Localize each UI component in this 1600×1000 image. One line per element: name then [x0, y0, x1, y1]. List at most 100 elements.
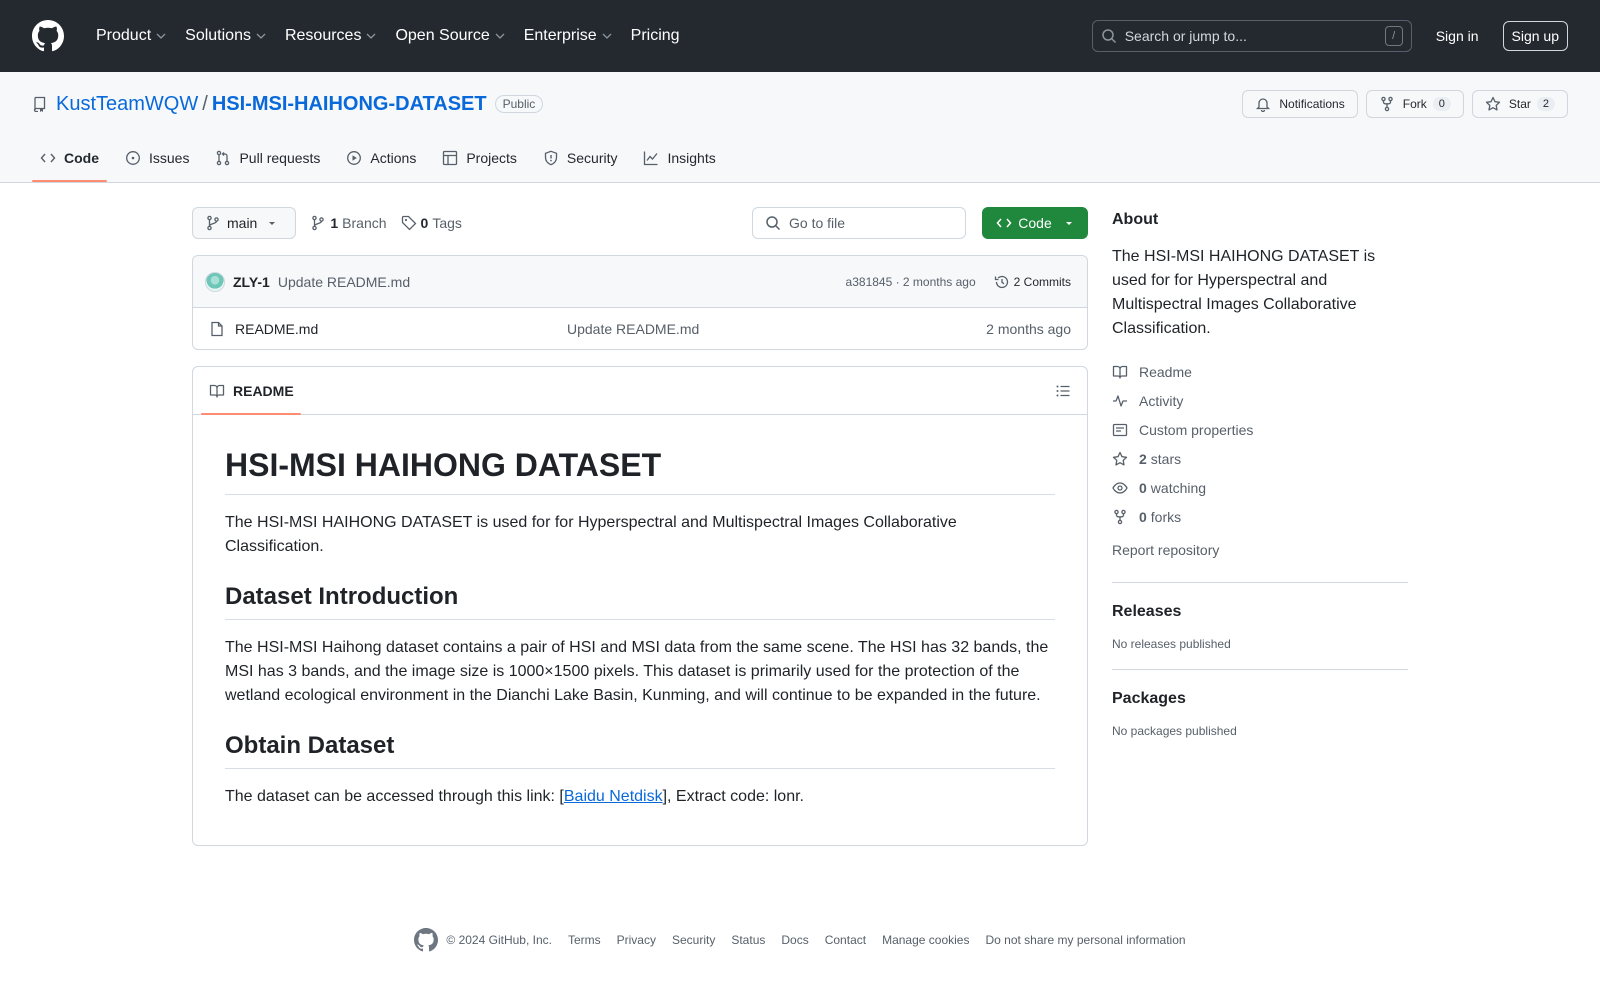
tab-label: Insights: [667, 150, 716, 166]
slash-shortcut-badge: /: [1384, 26, 1403, 46]
footer-privacy-link[interactable]: Privacy: [617, 933, 656, 947]
table-row: README.md Update README.md 2 months ago: [193, 308, 1087, 349]
chevron-down-icon: [156, 33, 166, 39]
file-navigation: main 1 Branch 0 Tags Go to file Code: [192, 207, 1088, 239]
footer-contact-link[interactable]: Contact: [825, 933, 866, 947]
commits-count-label: 2 Commits: [1013, 274, 1071, 289]
star-count: 2: [1536, 97, 1555, 111]
packages-empty: No packages published: [1112, 724, 1237, 738]
nav-enterprise[interactable]: Enterprise: [516, 20, 621, 52]
tab-pull-requests[interactable]: Pull requests: [207, 134, 328, 182]
sidebar-custom-properties-link[interactable]: Custom properties: [1112, 415, 1408, 444]
footer-do-not-share-link[interactable]: Do not share my personal information: [985, 933, 1185, 947]
sidebar-divider: [1112, 582, 1408, 583]
note-icon: [1112, 423, 1128, 436]
repo-main: main 1 Branch 0 Tags Go to file Code ZLY…: [0, 183, 1600, 846]
obtain-suffix: ], Extract code: lonr.: [662, 788, 804, 805]
nav-open-source[interactable]: Open Source: [387, 20, 513, 52]
notifications-button[interactable]: Notifications: [1242, 90, 1358, 118]
book-icon: [1112, 365, 1128, 379]
fork-button[interactable]: Fork 0: [1365, 90, 1464, 118]
nav-solutions[interactable]: Solutions: [177, 20, 275, 52]
code-icon: [40, 153, 56, 163]
repo-owner-link[interactable]: KustTeamWQW: [56, 93, 198, 116]
file-age: 2 months ago: [986, 320, 1071, 337]
file-commit-link[interactable]: Update README.md: [567, 321, 699, 337]
sidebar-activity-label: Activity: [1139, 392, 1184, 409]
go-to-file-input[interactable]: Go to file: [752, 207, 966, 239]
nav-label: Solutions: [185, 27, 251, 44]
footer-terms-link[interactable]: Terms: [568, 933, 601, 947]
shield-icon: [544, 150, 558, 166]
readme-tab-label: README: [233, 382, 294, 399]
star-button[interactable]: Star 2: [1471, 90, 1568, 118]
sidebar-readme-link[interactable]: Readme: [1112, 357, 1408, 386]
nav-label: Product: [96, 27, 152, 44]
search-icon: [1101, 29, 1116, 44]
branch-select-button[interactable]: main: [192, 207, 297, 239]
releases-heading[interactable]: Releases: [1112, 603, 1408, 621]
watching-label: watching: [1150, 479, 1207, 496]
tag-count: 0: [420, 215, 429, 231]
packages-heading[interactable]: Packages: [1112, 690, 1408, 708]
nav-resources[interactable]: Resources: [277, 20, 385, 52]
tab-label: Projects: [466, 150, 517, 166]
sidebar-stars-link[interactable]: 2 stars: [1112, 444, 1408, 473]
tab-label: Pull requests: [239, 150, 321, 166]
repo-title: KustTeamWQW / HSI-MSI-HAIHONG-DATASET Pu…: [32, 93, 544, 116]
github-logo-icon[interactable]: [32, 20, 64, 52]
visibility-badge: Public: [494, 95, 544, 113]
footer-security-link[interactable]: Security: [672, 933, 715, 947]
go-to-file-placeholder: Go to file: [789, 215, 846, 231]
tab-projects[interactable]: Projects: [434, 134, 525, 182]
footer-manage-cookies-link[interactable]: Manage cookies: [882, 933, 969, 947]
readme-heading-obtain: Obtain Dataset: [225, 732, 1055, 769]
nav-pricing[interactable]: Pricing: [623, 20, 688, 52]
repo-name-link[interactable]: HSI-MSI-HAIHONG-DATASET: [212, 93, 487, 116]
tab-insights[interactable]: Insights: [635, 134, 723, 182]
sidebar-watching-link[interactable]: 0 watching: [1112, 473, 1408, 502]
file-name-link[interactable]: README.md: [235, 321, 567, 337]
chevron-down-icon: [495, 33, 505, 39]
sidebar-forks-link[interactable]: 0 forks: [1112, 502, 1408, 531]
code-dropdown-button[interactable]: Code: [982, 207, 1088, 239]
tab-code[interactable]: Code: [32, 134, 107, 182]
readme-header: README: [193, 367, 1087, 415]
tab-label: Issues: [149, 150, 190, 166]
nav-product[interactable]: Product: [88, 20, 175, 52]
tags-link[interactable]: 0 Tags: [401, 215, 462, 231]
readme-tab[interactable]: README: [209, 367, 294, 415]
readme-intro: The HSI-MSI HAIHONG DATASET is used for …: [225, 514, 957, 555]
code-icon: [996, 218, 1012, 228]
global-search-input[interactable]: Search or jump to... /: [1091, 20, 1412, 52]
sidebar-activity-link[interactable]: Activity: [1112, 386, 1408, 415]
commit-author-link[interactable]: ZLY-1: [233, 274, 270, 290]
tab-security[interactable]: Security: [535, 134, 626, 182]
fork-label: Fork: [1402, 97, 1427, 111]
commit-message-link[interactable]: Update README.md: [278, 274, 410, 290]
report-repository-link[interactable]: Report repository: [1112, 535, 1408, 564]
readme-panel: README HSI-MSI HAIHONG DATASET The HSI-M…: [192, 366, 1088, 846]
fork-icon: [1380, 96, 1393, 112]
releases-empty: No releases published: [1112, 637, 1231, 651]
forks-label: forks: [1150, 508, 1182, 525]
sign-up-button[interactable]: Sign up: [1502, 21, 1568, 51]
tab-issues[interactable]: Issues: [117, 134, 197, 182]
repo-actions: Notifications Fork 0 Star 2: [1242, 90, 1568, 118]
baidu-netdisk-link[interactable]: Baidu Netdisk: [564, 788, 663, 805]
commit-meta[interactable]: a381845 · 2 months ago: [846, 275, 976, 289]
footer-docs-link[interactable]: Docs: [781, 933, 808, 947]
footer-status-link[interactable]: Status: [731, 933, 765, 947]
commits-history-link[interactable]: 2 Commits: [994, 274, 1071, 290]
tab-actions[interactable]: Actions: [338, 134, 424, 182]
repo-header: KustTeamWQW / HSI-MSI-HAIHONG-DATASET Pu…: [0, 72, 1600, 183]
avatar[interactable]: [205, 271, 225, 292]
list-unordered-icon[interactable]: [1055, 383, 1071, 399]
search-icon: [766, 216, 781, 231]
sign-in-link[interactable]: Sign in: [1436, 28, 1479, 44]
nav-label: Resources: [284, 27, 362, 44]
active-tab-indicator: [201, 413, 301, 415]
github-logo-icon[interactable]: [414, 928, 439, 952]
branches-link[interactable]: 1 Branch: [310, 215, 387, 231]
star-label: Star: [1508, 97, 1531, 111]
